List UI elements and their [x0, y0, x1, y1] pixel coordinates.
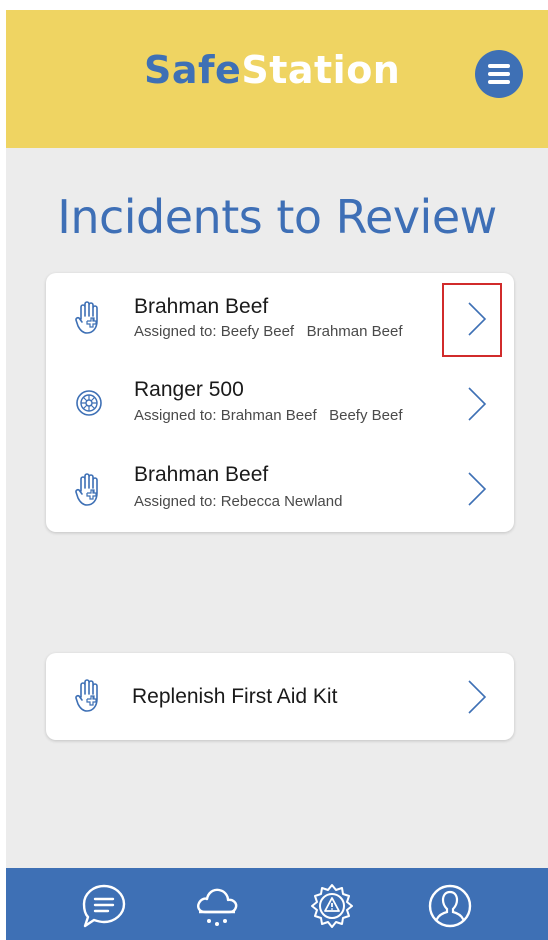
- first-aid-hand-icon: [75, 473, 98, 506]
- selection-highlight: [442, 283, 502, 357]
- app-screen: SafeStation Incidents to Review Brahman …: [6, 10, 548, 940]
- app-header: SafeStation: [6, 10, 548, 148]
- wheel-icon: [76, 390, 102, 416]
- weather-icon[interactable]: [193, 882, 241, 930]
- chevron-right-icon[interactable]: [464, 471, 490, 507]
- incident-name: Brahman Beef: [134, 295, 269, 318]
- incident-assigned: Assigned to: Beefy Beef Brahman Beef: [134, 323, 403, 340]
- incident-row[interactable]: Brahman Beef Assigned to: Beefy Beef Bra…: [46, 275, 514, 360]
- logo-station: Station: [241, 48, 401, 92]
- chevron-right-icon[interactable]: [464, 679, 490, 715]
- chevron-right-icon[interactable]: [464, 386, 490, 422]
- incident-list-card: Brahman Beef Assigned to: Beefy Beef Bra…: [46, 273, 514, 532]
- first-aid-hand-icon: [75, 301, 98, 334]
- chat-icon[interactable]: [80, 882, 128, 930]
- settings-hazard-icon[interactable]: [308, 882, 356, 930]
- profile-icon[interactable]: [426, 882, 474, 930]
- task-name: Replenish First Aid Kit: [132, 685, 338, 708]
- task-card[interactable]: Replenish First Aid Kit: [46, 653, 514, 740]
- incident-row[interactable]: Ranger 500 Assigned to: Brahman Beef Bee…: [46, 360, 514, 445]
- first-aid-hand-icon: [75, 679, 98, 712]
- incident-name: Brahman Beef: [134, 463, 269, 486]
- incident-assigned: Assigned to: Brahman Beef Beefy Beef: [134, 407, 403, 424]
- task-row[interactable]: Replenish First Aid Kit: [46, 653, 514, 738]
- incident-name: Ranger 500: [134, 378, 244, 401]
- page-title: Incidents to Review: [57, 190, 497, 244]
- logo-safe: Safe: [144, 48, 242, 92]
- app-logo: SafeStation: [144, 48, 400, 92]
- incident-assigned: Assigned to: Rebecca Newland: [134, 493, 343, 510]
- incident-row[interactable]: Brahman Beef Assigned to: Rebecca Newlan…: [46, 445, 514, 530]
- hamburger-menu-icon[interactable]: [475, 50, 523, 98]
- bottom-navigation: [6, 868, 548, 940]
